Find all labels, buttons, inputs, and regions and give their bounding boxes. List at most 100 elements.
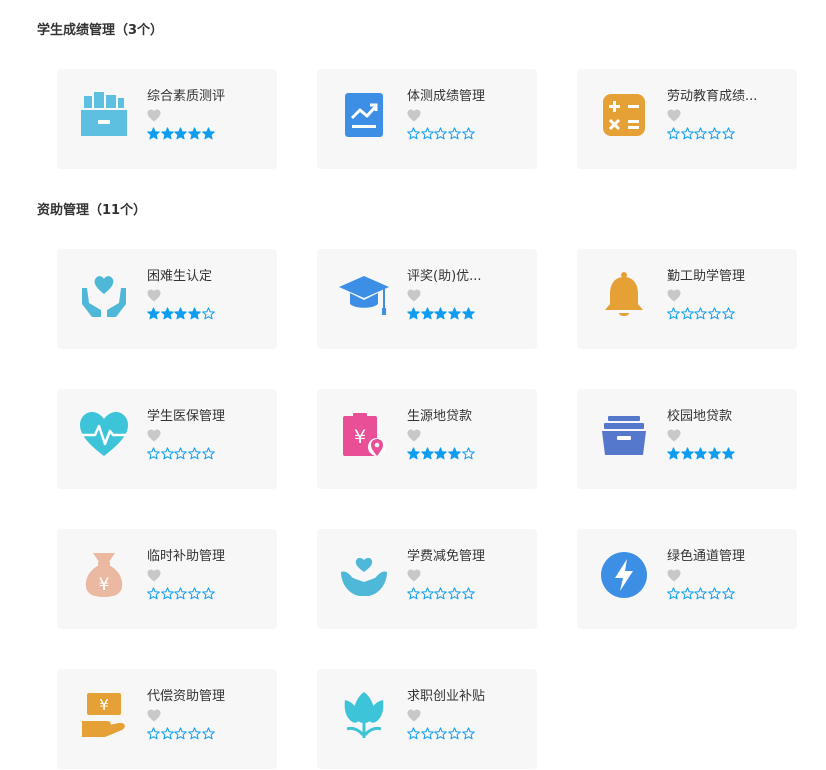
star-filled-icon: [680, 447, 694, 460]
svg-text:¥: ¥: [99, 696, 109, 714]
star-filled-icon: [420, 447, 434, 460]
star-rating: [407, 727, 475, 740]
star-empty-icon: [448, 127, 461, 140]
star-filled-icon: [147, 127, 160, 140]
star-empty-icon: [420, 727, 434, 740]
star-empty-icon: [708, 307, 721, 320]
app-name: 学生医保管理: [147, 409, 226, 424]
star-empty-icon: [448, 587, 461, 600]
star-empty-icon: [420, 587, 434, 600]
favorite-heart-icon[interactable]: [667, 289, 681, 302]
star-empty-icon: [721, 307, 735, 320]
app-card-fitness-scores[interactable]: 体测成绩管理: [317, 69, 537, 169]
star-filled-icon: [407, 307, 420, 320]
trend-chart-icon: [339, 90, 389, 140]
star-empty-icon: [174, 727, 188, 740]
star-empty-icon: [708, 587, 721, 600]
svg-text:¥: ¥: [354, 426, 366, 448]
app-card-temporary-subsidy[interactable]: ¥ 临时补助管理: [57, 529, 277, 629]
section-title-grades: 学生成绩管理（3个）: [37, 23, 164, 38]
app-card-hardship-certification[interactable]: 困难生认定: [57, 249, 277, 349]
star-empty-icon: [721, 127, 735, 140]
favorite-heart-icon[interactable]: [407, 709, 421, 722]
star-empty-icon: [434, 727, 448, 740]
favorite-heart-icon[interactable]: [147, 429, 161, 442]
favorite-heart-icon[interactable]: [667, 569, 681, 582]
star-empty-icon: [407, 727, 420, 740]
money-bag-icon: ¥: [79, 550, 129, 600]
star-empty-icon: [201, 587, 215, 600]
star-filled-icon: [434, 307, 448, 320]
star-empty-icon: [160, 727, 174, 740]
star-empty-icon: [174, 587, 188, 600]
app-card-labor-education[interactable]: 劳动教育成绩...: [577, 69, 797, 169]
star-rating: [667, 307, 735, 320]
app-name: 求职创业补贴: [407, 689, 486, 704]
app-card-job-startup-subsidy[interactable]: 求职创业补贴: [317, 669, 537, 769]
star-empty-icon: [434, 587, 448, 600]
star-empty-icon: [667, 587, 680, 600]
favorite-heart-icon[interactable]: [667, 429, 681, 442]
lightning-icon: [599, 550, 649, 600]
app-card-award-evaluation[interactable]: 评奖(助)优...: [317, 249, 537, 349]
star-empty-icon: [461, 587, 475, 600]
star-filled-icon: [461, 307, 475, 320]
app-card-work-study[interactable]: 勤工助学管理: [577, 249, 797, 349]
favorite-heart-icon[interactable]: [407, 289, 421, 302]
star-empty-icon: [461, 127, 475, 140]
app-card-comprehensive-evaluation[interactable]: 综合素质测评: [57, 69, 277, 169]
favorite-heart-icon[interactable]: [147, 569, 161, 582]
star-empty-icon: [461, 727, 475, 740]
star-empty-icon: [680, 307, 694, 320]
archive-box-icon: [79, 90, 129, 140]
app-card-hometown-loan[interactable]: ¥ 生源地贷款: [317, 389, 537, 489]
app-name: 勤工助学管理: [667, 269, 746, 284]
hand-yuan-icon: ¥: [79, 690, 129, 740]
star-empty-icon: [407, 587, 420, 600]
app-name: 学费减免管理: [407, 549, 486, 564]
favorite-heart-icon[interactable]: [667, 109, 681, 122]
app-card-tuition-reduction[interactable]: 学费减免管理: [317, 529, 537, 629]
star-rating: [407, 307, 475, 320]
star-empty-icon: [174, 447, 188, 460]
app-name: 校园地贷款: [667, 409, 733, 424]
app-card-medical-insurance[interactable]: 学生医保管理: [57, 389, 277, 489]
star-empty-icon: [160, 447, 174, 460]
star-empty-icon: [694, 127, 708, 140]
app-name: 代偿资助管理: [147, 689, 226, 704]
heartbeat-icon: [79, 410, 129, 460]
favorite-heart-icon[interactable]: [147, 709, 161, 722]
section-title-financial-aid: 资助管理（11个）: [37, 203, 147, 218]
favorite-heart-icon[interactable]: [147, 289, 161, 302]
app-name: 绿色通道管理: [667, 549, 746, 564]
star-rating: [147, 727, 215, 740]
star-filled-icon: [174, 127, 188, 140]
star-filled-icon: [708, 447, 721, 460]
star-rating: [407, 127, 475, 140]
favorite-heart-icon[interactable]: [147, 109, 161, 122]
star-rating: [667, 127, 735, 140]
star-filled-icon: [160, 307, 174, 320]
star-rating: [667, 447, 735, 460]
star-rating: [407, 587, 475, 600]
star-filled-icon: [448, 447, 461, 460]
star-filled-icon: [160, 127, 174, 140]
tulip-icon: [339, 690, 389, 740]
app-name: 体测成绩管理: [407, 89, 486, 104]
star-empty-icon: [201, 307, 215, 320]
star-empty-icon: [667, 127, 680, 140]
app-card-compensation-aid[interactable]: ¥ 代偿资助管理: [57, 669, 277, 769]
app-card-green-channel[interactable]: 绿色通道管理: [577, 529, 797, 629]
favorite-heart-icon[interactable]: [407, 109, 421, 122]
favorite-heart-icon[interactable]: [407, 429, 421, 442]
favorite-heart-icon[interactable]: [407, 569, 421, 582]
star-filled-icon: [174, 307, 188, 320]
app-name: 困难生认定: [147, 269, 213, 284]
app-card-campus-loan[interactable]: 校园地贷款: [577, 389, 797, 489]
star-filled-icon: [407, 447, 420, 460]
bell-icon: [599, 270, 649, 320]
star-empty-icon: [147, 587, 160, 600]
star-rating: [147, 307, 215, 320]
star-filled-icon: [448, 307, 461, 320]
star-empty-icon: [694, 307, 708, 320]
